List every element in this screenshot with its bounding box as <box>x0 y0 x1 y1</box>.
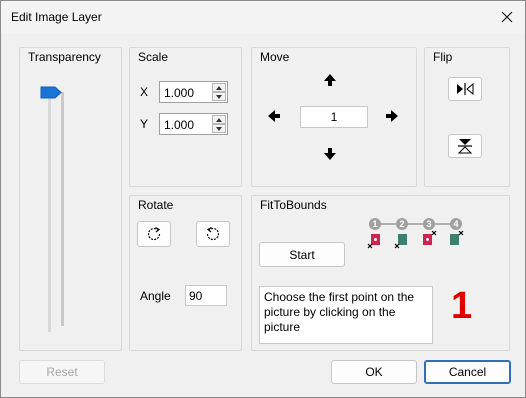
arrow-down-icon <box>324 148 336 160</box>
ok-button[interactable]: OK <box>331 360 417 384</box>
move-step-value: 1 <box>330 110 338 124</box>
corner-point-icon <box>450 230 464 245</box>
cancel-button[interactable]: Cancel <box>424 360 511 384</box>
arrow-right-icon <box>386 110 398 122</box>
fit-to-bounds-group: FitToBounds Start 1 2 3 4 Choose the fir… <box>251 195 510 351</box>
rotate-label: Rotate <box>138 198 174 212</box>
corner-point-icon <box>423 230 437 245</box>
transparency-label: Transparency <box>28 50 101 64</box>
angle-value: 90 <box>189 289 203 303</box>
scale-label: Scale <box>138 50 169 64</box>
step-3-indicator: 3 <box>423 218 435 230</box>
flip-vertical-icon <box>457 139 473 154</box>
rotate-clockwise-button[interactable] <box>137 221 171 247</box>
slider-track <box>61 92 64 326</box>
fit-to-bounds-label: FitToBounds <box>260 198 327 212</box>
reset-button-label: Reset <box>46 365 78 379</box>
corner-point-icon <box>367 234 380 249</box>
flip-group: Flip <box>424 47 510 187</box>
step-4-indicator: 4 <box>450 218 462 230</box>
close-button[interactable] <box>489 1 525 33</box>
move-step-field[interactable]: 1 <box>300 106 368 128</box>
transparency-slider[interactable] <box>40 86 70 332</box>
scale-y-label: Y <box>140 117 149 131</box>
spin-up-icon[interactable] <box>212 115 226 124</box>
start-button-label: Start <box>289 247 315 262</box>
move-label: Move <box>260 50 290 64</box>
move-right-button[interactable] <box>384 108 400 124</box>
scale-y-value: 1.000 <box>164 118 195 132</box>
move-left-button[interactable] <box>266 108 282 124</box>
scale-x-value: 1.000 <box>164 86 195 100</box>
slider-thumb-icon[interactable] <box>40 86 62 99</box>
move-up-button[interactable] <box>322 72 338 88</box>
instruction-text: Choose the first point on the picture by… <box>264 290 415 334</box>
scale-x-label: X <box>140 85 149 99</box>
reset-button[interactable]: Reset <box>19 360 105 384</box>
start-button[interactable]: Start <box>259 242 345 267</box>
spin-down-icon[interactable] <box>212 124 226 133</box>
instruction-box: Choose the first point on the picture by… <box>259 286 433 344</box>
rotate-group: Rotate Angle 90 <box>129 195 242 351</box>
step-1-indicator: 1 <box>369 218 381 230</box>
window-title: Edit Image Layer <box>11 10 102 24</box>
cancel-button-label: Cancel <box>448 365 487 379</box>
flip-horizontal-icon <box>457 82 474 96</box>
transparency-group: Transparency <box>19 47 122 351</box>
flip-vertical-button[interactable] <box>448 134 482 158</box>
step-connector-line <box>372 223 458 225</box>
close-icon <box>501 11 513 23</box>
spin-down-icon[interactable] <box>212 92 226 101</box>
rotate-counterclockwise-icon <box>206 226 220 241</box>
rotate-counterclockwise-button[interactable] <box>196 221 230 247</box>
arrow-left-icon <box>268 110 280 122</box>
flip-label: Flip <box>433 50 453 64</box>
move-down-button[interactable] <box>322 146 338 162</box>
ok-button-label: OK <box>365 365 383 379</box>
move-group: Move 1 <box>251 47 417 187</box>
current-step-number: 1 <box>451 285 473 327</box>
corner-point-icon <box>394 234 407 249</box>
angle-label: Angle <box>140 289 171 303</box>
scale-group: Scale X 1.000 Y 1.000 <box>129 47 242 187</box>
arrow-up-icon <box>324 74 336 86</box>
flip-horizontal-button[interactable] <box>448 77 482 101</box>
slider-fill <box>48 96 51 332</box>
title-bar: Edit Image Layer <box>1 1 525 33</box>
scale-y-spinner[interactable]: 1.000 <box>159 113 228 135</box>
rotate-clockwise-icon <box>147 226 161 241</box>
step-2-indicator: 2 <box>396 218 408 230</box>
dialog-window: Edit Image Layer Transparency Scale X 1.… <box>0 0 526 398</box>
scale-x-spinner[interactable]: 1.000 <box>159 81 228 103</box>
spin-up-icon[interactable] <box>212 83 226 92</box>
angle-field[interactable]: 90 <box>185 285 227 306</box>
